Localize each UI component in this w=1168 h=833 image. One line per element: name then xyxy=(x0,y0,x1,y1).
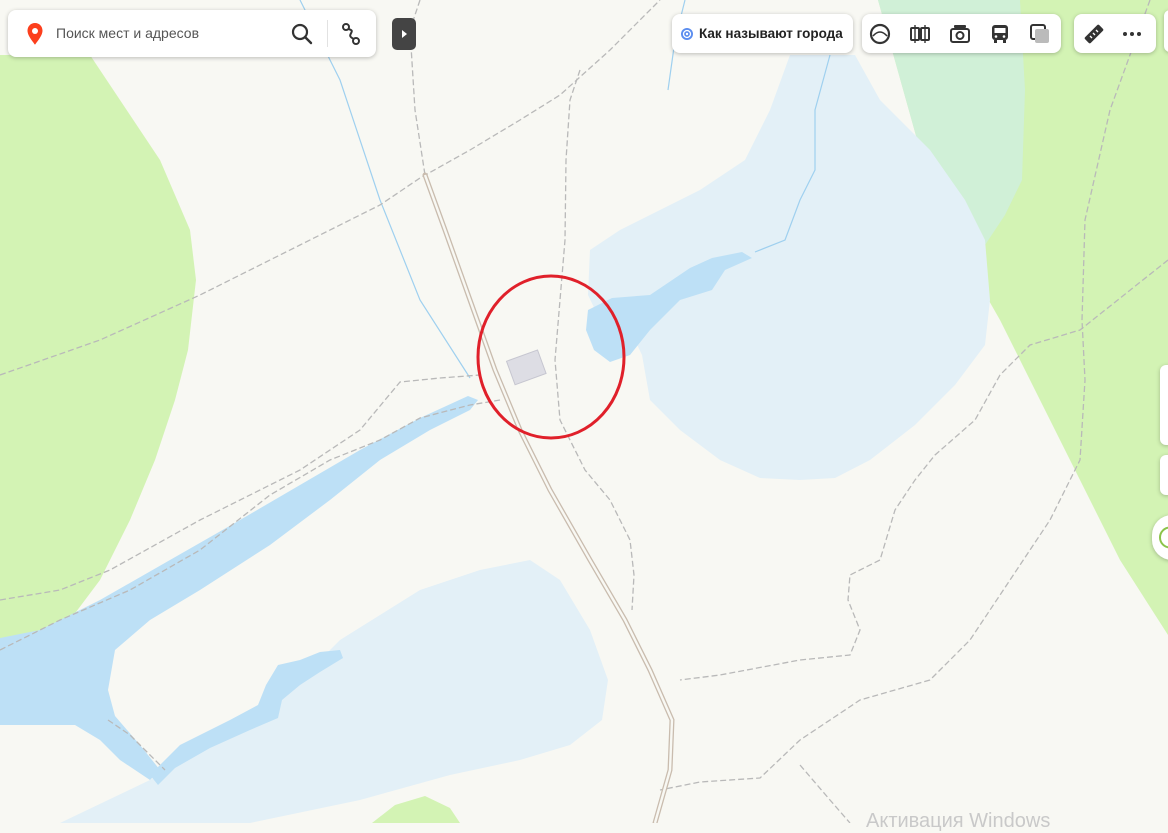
windows-activation-watermark: Активация Windows xyxy=(866,810,1051,832)
camera-icon[interactable] xyxy=(948,22,972,46)
tools-toolbar xyxy=(1074,14,1156,53)
search-icon[interactable] xyxy=(289,21,315,47)
spiral-icon xyxy=(681,27,693,40)
search-box[interactable]: Поиск мест и адресов xyxy=(8,10,376,57)
route-icon[interactable] xyxy=(338,21,364,47)
play-arrow-icon xyxy=(402,30,407,38)
photos-icon[interactable] xyxy=(908,22,932,46)
compass-icon xyxy=(1159,526,1168,549)
yandex-pin-icon xyxy=(27,23,43,45)
more-icon[interactable] xyxy=(1120,22,1144,46)
panorama-icon[interactable] xyxy=(868,22,892,46)
chip-label: Как называют города xyxy=(699,26,843,41)
transit-icon[interactable] xyxy=(988,22,1012,46)
right-edge-control[interactable] xyxy=(1164,10,1168,52)
map-canvas[interactable] xyxy=(0,0,1168,823)
ruler-icon[interactable] xyxy=(1082,22,1106,46)
city-names-chip[interactable]: Как называют города xyxy=(672,14,853,53)
compass-control[interactable] xyxy=(1152,515,1168,560)
layers-toolbar xyxy=(862,14,1061,53)
zoom-control[interactable] xyxy=(1160,365,1168,445)
map-layer-icon[interactable] xyxy=(1028,22,1052,46)
search-input[interactable]: Поиск мест и адресов xyxy=(56,25,199,41)
collapse-panel-button[interactable] xyxy=(392,18,416,50)
search-separator xyxy=(327,20,328,47)
location-control[interactable] xyxy=(1160,455,1168,495)
